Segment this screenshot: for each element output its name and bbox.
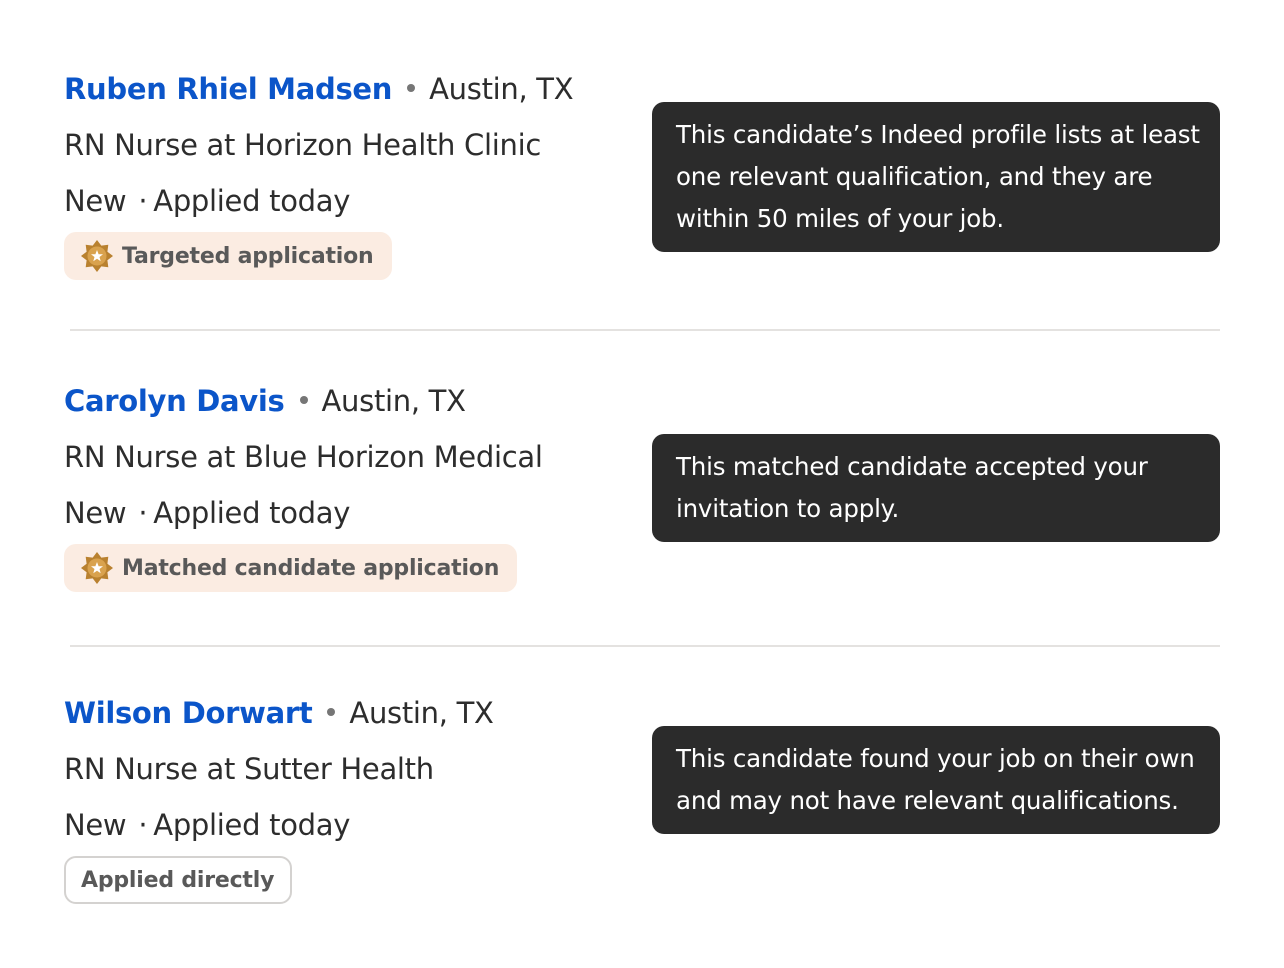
candidate-location: Austin, TX [429,72,574,106]
separator-dot [407,84,416,92]
divider [70,645,1220,647]
candidate-header: Wilson Dorwart Austin, TX [64,695,494,731]
candidate-status-line: New · Applied today [64,495,350,531]
application-type-badge: Applied directly [64,856,293,904]
candidate-card: Carolyn Davis Austin, TX RN Nurse at Blue… [64,382,1220,602]
explanation-tooltip: This candidate’s Indeed profile lists at… [652,102,1220,252]
candidate-card: Wilson Dorwart Austin, TX RN Nurse at Sut… [64,694,1220,914]
badge-label: Targeted application [122,243,374,269]
separator-dot [327,708,336,716]
application-type-badge: Matched candidate application [64,544,518,592]
candidate-status: New [64,808,127,842]
candidate-applied-date: Applied today [153,808,351,842]
separator-middot: · [138,184,148,218]
explanation-tooltip: This candidate found your job on their o… [652,726,1220,834]
candidate-location: Austin, TX [321,384,466,418]
candidate-status-line: New · Applied today [64,183,350,219]
candidate-job: RN Nurse at Horizon Health Clinic [64,128,541,162]
candidate-name-link[interactable]: Ruben Rhiel Madsen [64,72,392,106]
explanation-tooltip: This matched candidate accepted your inv… [652,434,1220,542]
badge-label: Applied directly [81,867,275,893]
star-seal-icon [81,240,113,272]
candidate-location: Austin, TX [349,696,494,730]
badge-label: Matched candidate application [122,555,500,581]
candidate-name-link[interactable]: Wilson Dorwart [64,696,313,730]
candidate-name-link[interactable]: Carolyn Davis [64,384,285,418]
candidate-header: Ruben Rhiel Madsen Austin, TX [64,71,574,107]
candidate-job: RN Nurse at Sutter Health [64,752,434,786]
candidate-applied-date: Applied today [153,184,351,218]
candidate-status-line: New · Applied today [64,807,350,843]
divider [70,329,1220,331]
candidate-job: RN Nurse at Blue Horizon Medical [64,440,543,474]
separator-middot: · [138,808,148,842]
candidate-applied-date: Applied today [153,496,351,530]
separator-middot: · [138,496,148,530]
application-type-badge: Targeted application [64,232,392,280]
candidate-card: Ruben Rhiel Madsen Austin, TX RN Nurse at… [64,70,1220,290]
separator-dot [299,396,308,404]
candidate-status: New [64,184,127,218]
candidate-status: New [64,496,127,530]
candidate-header: Carolyn Davis Austin, TX [64,383,466,419]
star-seal-icon [81,552,113,584]
